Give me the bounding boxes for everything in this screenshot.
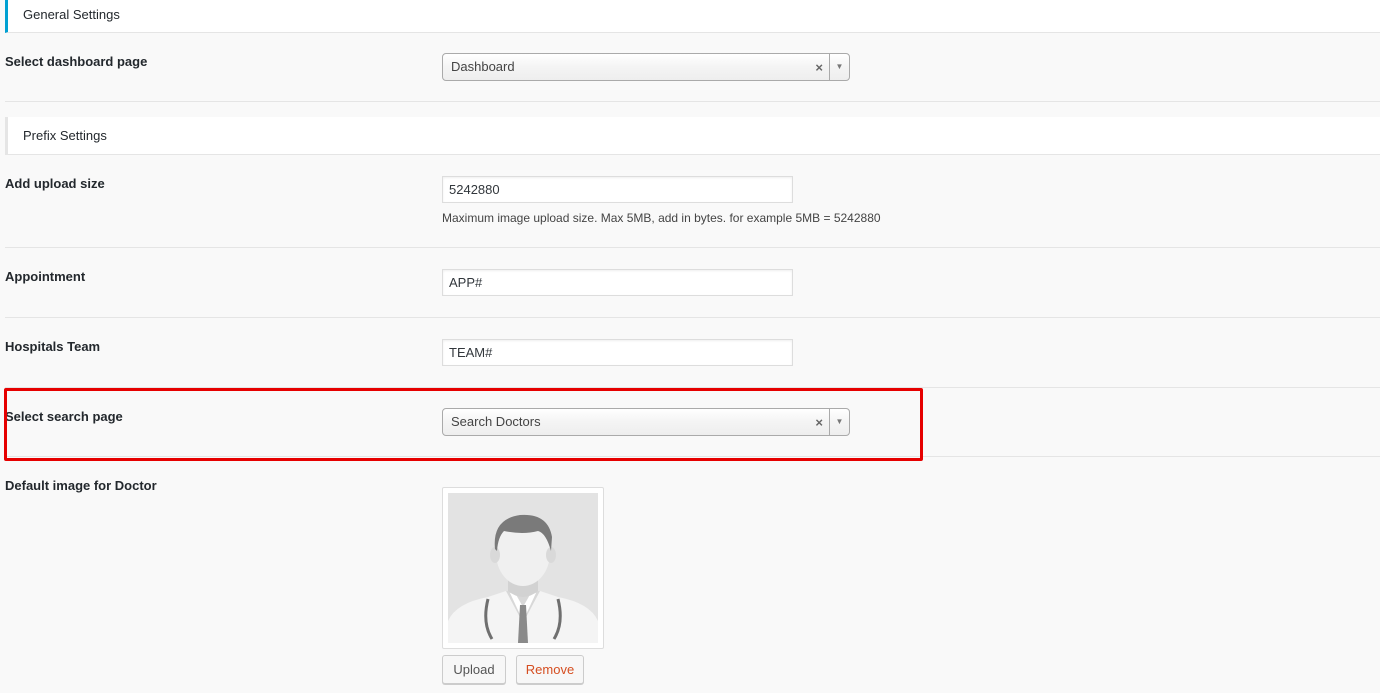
hospitals-team-prefix-label: Hospitals Team (5, 339, 101, 354)
clear-icon[interactable]: × (815, 54, 823, 82)
section-header-general: General Settings (5, 0, 1380, 33)
upload-button[interactable]: Upload (442, 655, 506, 684)
section-title-prefix: Prefix Settings (23, 128, 107, 143)
chevron-down-icon[interactable]: ▼ (829, 54, 849, 80)
doctor-placeholder-icon (448, 493, 598, 643)
section-title-general: General Settings (23, 7, 120, 22)
divider (5, 317, 1380, 318)
upload-size-input[interactable] (442, 176, 793, 203)
upload-size-label: Add upload size (5, 176, 105, 191)
highlight-annotation-box (4, 388, 923, 461)
hospitals-team-prefix-input[interactable] (442, 339, 793, 366)
divider (5, 101, 1380, 102)
default-doctor-image-label: Default image for Doctor (5, 478, 157, 493)
dashboard-page-selected-value: Dashboard (451, 59, 515, 74)
appointment-prefix-label: Appointment (5, 269, 86, 284)
divider (5, 247, 1380, 248)
default-doctor-image-preview (442, 487, 604, 649)
section-header-prefix: Prefix Settings (5, 117, 1380, 155)
dashboard-page-select[interactable]: Dashboard × ▼ (442, 53, 850, 81)
remove-button[interactable]: Remove (516, 655, 584, 684)
appointment-prefix-input[interactable] (442, 269, 793, 296)
dashboard-page-label: Select dashboard page (5, 54, 148, 69)
upload-size-hint: Maximum image upload size. Max 5MB, add … (442, 211, 881, 225)
